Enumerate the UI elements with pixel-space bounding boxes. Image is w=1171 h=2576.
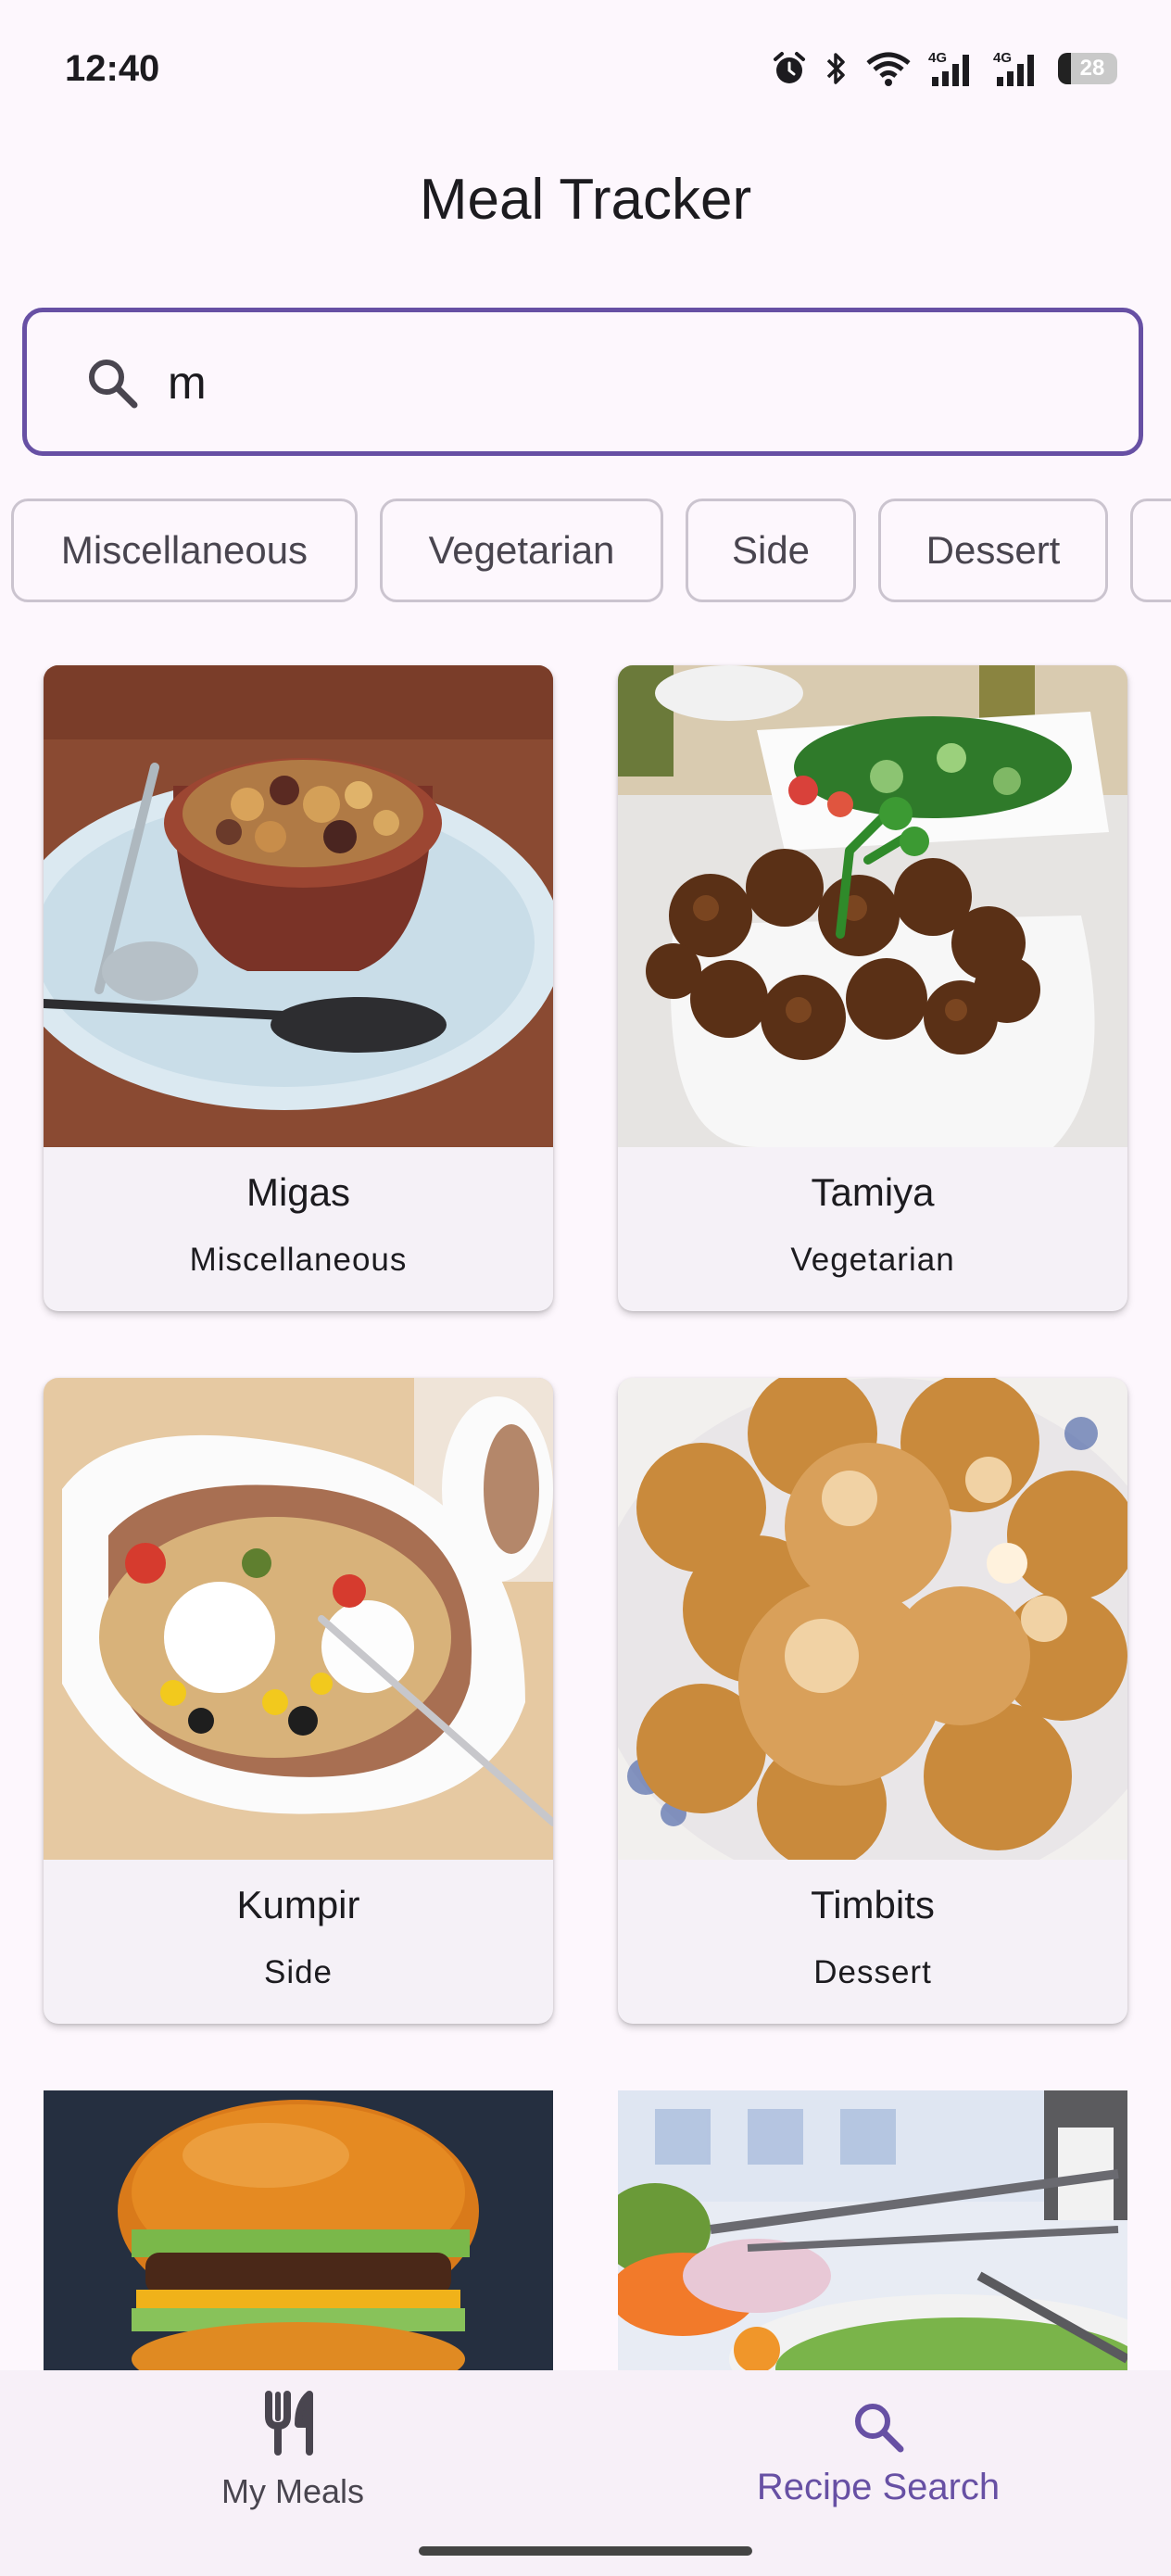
meal-name: Tamiya [811,1170,935,1214]
battery-icon: 28 [1058,53,1117,84]
chip-miscellaneous[interactable]: Miscellaneous [11,499,358,602]
nav-label: Recipe Search [756,2467,1001,2507]
meal-image [44,665,553,1147]
meal-card-kumpir[interactable]: Kumpir Side [44,1378,553,2024]
category-chips: Miscellaneous Vegetarian Side Dessert [0,499,1171,606]
meal-image [618,665,1127,1147]
bluetooth-icon [826,53,845,84]
status-icons: 4G 4G 28 [771,48,1117,89]
chip-label: Dessert [925,528,1061,572]
nav-item-my-meals[interactable]: My Meals [0,2370,586,2556]
alarm-icon [774,52,805,83]
meal-category: Vegetarian [790,1242,955,1278]
search-input[interactable] [166,340,1096,425]
meal-name: Kumpir [236,1883,360,1926]
chip-dessert[interactable]: Dessert [878,499,1108,602]
status-bar: 12:40 4G 4G 28 [0,0,1171,139]
nav-item-recipe-search[interactable]: Recipe Search [586,2370,1171,2556]
bottom-navigation: My Meals Recipe Search [0,2370,1171,2576]
nav-label: My Meals [220,2472,365,2510]
fork-knife-icon [265,2391,313,2456]
chip-vegetarian[interactable]: Vegetarian [380,499,663,602]
meal-card-tamiya[interactable]: Tamiya Vegetarian [618,665,1127,1311]
search-icon [855,2404,904,2453]
chip-label: Miscellaneous [60,528,308,572]
chip-side[interactable]: Side [686,499,856,602]
meal-image [44,2090,553,2370]
meal-name: Migas [246,1170,351,1214]
signal-4g-icon: 4G [993,50,1034,86]
battery-level: 28 [1079,56,1105,81]
home-indicator[interactable] [419,2546,752,2556]
search-icon [89,360,138,409]
status-time: 12:40 [65,48,160,89]
svg-text:4G: 4G [928,50,947,66]
meal-category: Side [263,1954,334,1990]
meal-card-timbits[interactable]: Timbits Dessert [618,1378,1127,2024]
meal-image [44,1378,553,1860]
chip-more[interactable] [1130,499,1171,602]
meal-name: Timbits [811,1883,935,1926]
meal-card-migas[interactable]: Migas Miscellaneous [44,665,553,1311]
meal-image [618,1378,1127,1860]
chip-label: Vegetarian [428,528,615,572]
page-title: Meal Tracker [419,168,752,232]
meal-card-partial[interactable] [618,2090,1127,2370]
signal-4g-icon: 4G [928,50,969,86]
meal-category: Miscellaneous [189,1242,408,1278]
meal-card-partial[interactable] [44,2090,553,2370]
meal-category: Dessert [813,1954,932,1990]
meal-image [618,2090,1127,2370]
svg-text:4G: 4G [993,50,1012,66]
wifi-icon [866,52,911,86]
chip-label: Side [731,528,811,572]
search-field[interactable] [22,308,1143,456]
